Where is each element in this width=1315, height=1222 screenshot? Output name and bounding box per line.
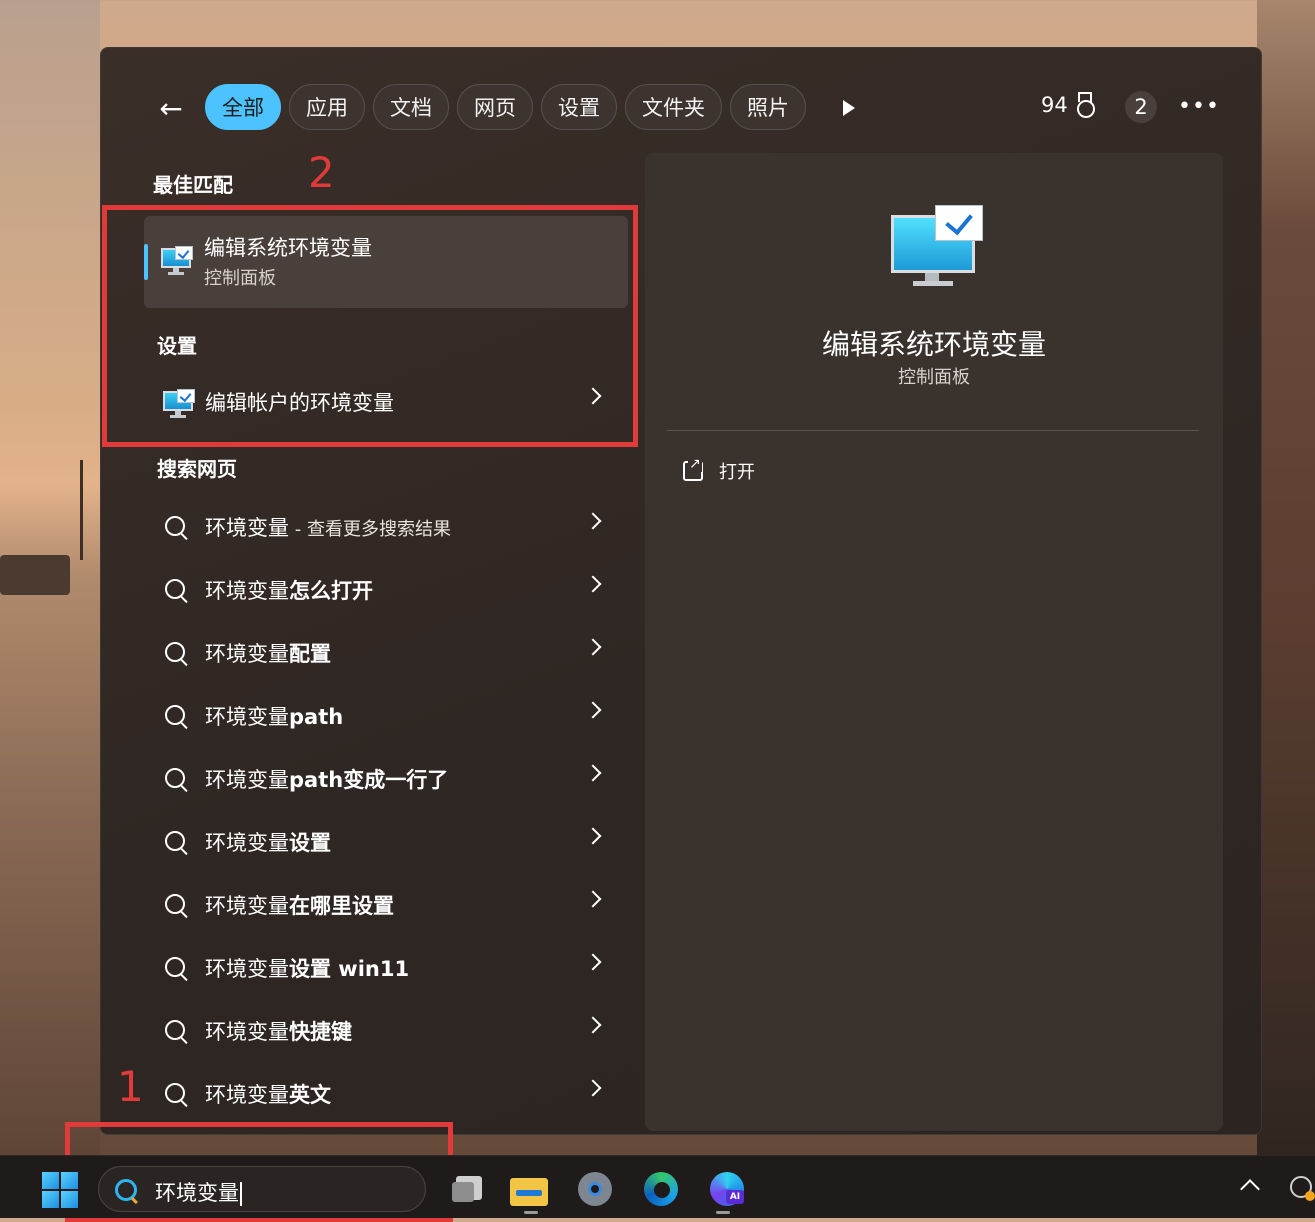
tab-documents[interactable]: 文档	[373, 84, 449, 130]
open-external-icon	[683, 456, 703, 481]
tab-web[interactable]: 网页	[457, 84, 533, 130]
result-query: 环境变量	[205, 957, 289, 981]
text-caret	[240, 1182, 242, 1206]
web-result-item[interactable]: 环境变量快捷键	[151, 1004, 619, 1060]
open-action[interactable]: 打开	[683, 456, 755, 484]
web-result-item[interactable]: 环境变量设置 win11	[151, 941, 619, 997]
result-query: 环境变量	[205, 642, 289, 666]
chevron-up-icon[interactable]	[1240, 1179, 1260, 1199]
result-query: 环境变量	[205, 1020, 289, 1044]
chevron-right-icon	[584, 512, 602, 530]
detail-title: 编辑系统环境变量	[821, 328, 1046, 361]
chevron-right-icon	[584, 764, 602, 782]
search-icon	[115, 1179, 137, 1201]
chevron-right-icon	[584, 827, 602, 845]
result-suggestion: 在哪里设置	[289, 894, 394, 918]
search-icon	[165, 894, 185, 914]
web-result-item[interactable]: 环境变量path	[151, 689, 619, 745]
annotation-box-2	[102, 205, 638, 447]
result-query: 环境变量	[205, 516, 289, 540]
running-indicator	[524, 1211, 538, 1214]
tab-all[interactable]: 全部	[205, 84, 281, 130]
chevron-right-icon	[584, 638, 602, 656]
result-suggestion: path	[289, 705, 344, 729]
best-match-heading: 最佳匹配	[153, 173, 233, 197]
detail-subtitle: 控制面板	[898, 367, 970, 388]
taskbar-search-box[interactable]: 环境变量	[98, 1166, 426, 1212]
result-suggestion: 英文	[289, 1083, 331, 1107]
result-suggestion: path变成一行了	[289, 768, 449, 792]
edge-ai-icon[interactable]: AI	[708, 1170, 746, 1208]
task-view-icon[interactable]	[452, 1170, 490, 1208]
medal-icon	[1074, 92, 1096, 118]
env-vars-large-icon	[891, 205, 983, 286]
search-icon	[165, 957, 185, 977]
web-result-item[interactable]: 环境变量英文	[151, 1067, 619, 1123]
account-badge[interactable]: 2	[1125, 91, 1157, 123]
tab-settings[interactable]: 设置	[541, 84, 617, 130]
web-search-heading: 搜索网页	[157, 457, 237, 481]
chevron-right-icon	[584, 575, 602, 593]
search-icon	[165, 516, 185, 536]
windows-start-icon[interactable]	[42, 1172, 78, 1208]
web-result-item[interactable]: 环境变量设置	[151, 815, 619, 871]
result-query: 环境变量	[205, 579, 289, 603]
rewards-points-value: 94	[1041, 93, 1068, 117]
result-suggestion: 设置	[289, 831, 331, 855]
result-query: 环境变量	[205, 705, 289, 729]
search-icon	[165, 831, 185, 851]
running-indicator	[716, 1211, 730, 1214]
tab-apps[interactable]: 应用	[289, 84, 365, 130]
result-suggestion: 设置 win11	[289, 957, 410, 981]
open-action-label: 打开	[719, 462, 755, 483]
wallpaper-boat	[0, 555, 70, 595]
web-result-item[interactable]: 环境变量path变成一行了	[151, 752, 619, 808]
divider	[667, 430, 1199, 431]
search-icon	[165, 1020, 185, 1040]
file-explorer-icon[interactable]	[510, 1170, 548, 1208]
web-result-item[interactable]: 环境变量配置	[151, 626, 619, 682]
taskbar-search-input[interactable]: 环境变量	[155, 1181, 239, 1205]
rewards-points[interactable]: 94	[1041, 92, 1096, 118]
chevron-right-icon	[584, 890, 602, 908]
chevron-right-icon	[584, 1079, 602, 1097]
result-query: 环境变量	[205, 831, 289, 855]
edge-ai-badge: AI	[726, 1190, 744, 1204]
back-arrow-icon[interactable]: ←	[153, 92, 189, 125]
tab-folders[interactable]: 文件夹	[625, 84, 722, 130]
tab-photos[interactable]: 照片	[730, 84, 806, 130]
detail-pane: 编辑系统环境变量 控制面板 打开	[645, 153, 1223, 1131]
settings-gear-icon[interactable]	[576, 1170, 614, 1208]
annotation-number-2: 2	[308, 148, 335, 197]
search-filter-tabs: 全部 应用 文档 网页 设置 文件夹 照片	[205, 84, 806, 130]
edge-browser-icon[interactable]	[642, 1170, 680, 1208]
search-icon	[165, 705, 185, 725]
update-sync-icon[interactable]	[1290, 1176, 1315, 1201]
more-tabs-play-icon[interactable]	[838, 96, 860, 120]
chevron-right-icon	[584, 953, 602, 971]
chevron-right-icon	[584, 1016, 602, 1034]
result-suggestion: 配置	[289, 642, 331, 666]
result-extra: - 查看更多搜索结果	[289, 519, 451, 540]
desktop-wallpaper-right	[1257, 0, 1315, 1155]
result-query: 环境变量	[205, 894, 289, 918]
taskbar: 环境变量 AI	[0, 1155, 1315, 1218]
result-suggestion: 快捷键	[289, 1020, 352, 1044]
search-icon	[165, 768, 185, 788]
search-icon	[165, 579, 185, 599]
result-query: 环境变量	[205, 1083, 289, 1107]
web-result-item[interactable]: 环境变量怎么打开	[151, 563, 619, 619]
web-result-item[interactable]: 环境变量 - 查看更多搜索结果	[151, 500, 619, 556]
annotation-number-1: 1	[117, 1062, 144, 1111]
web-result-item[interactable]: 环境变量在哪里设置	[151, 878, 619, 934]
wallpaper-mast	[80, 460, 83, 560]
result-suggestion: 怎么打开	[289, 579, 373, 603]
search-icon	[165, 642, 185, 662]
more-options-icon[interactable]: •••	[1178, 92, 1219, 120]
chevron-right-icon	[584, 701, 602, 719]
result-query: 环境变量	[205, 768, 289, 792]
search-icon	[165, 1083, 185, 1103]
